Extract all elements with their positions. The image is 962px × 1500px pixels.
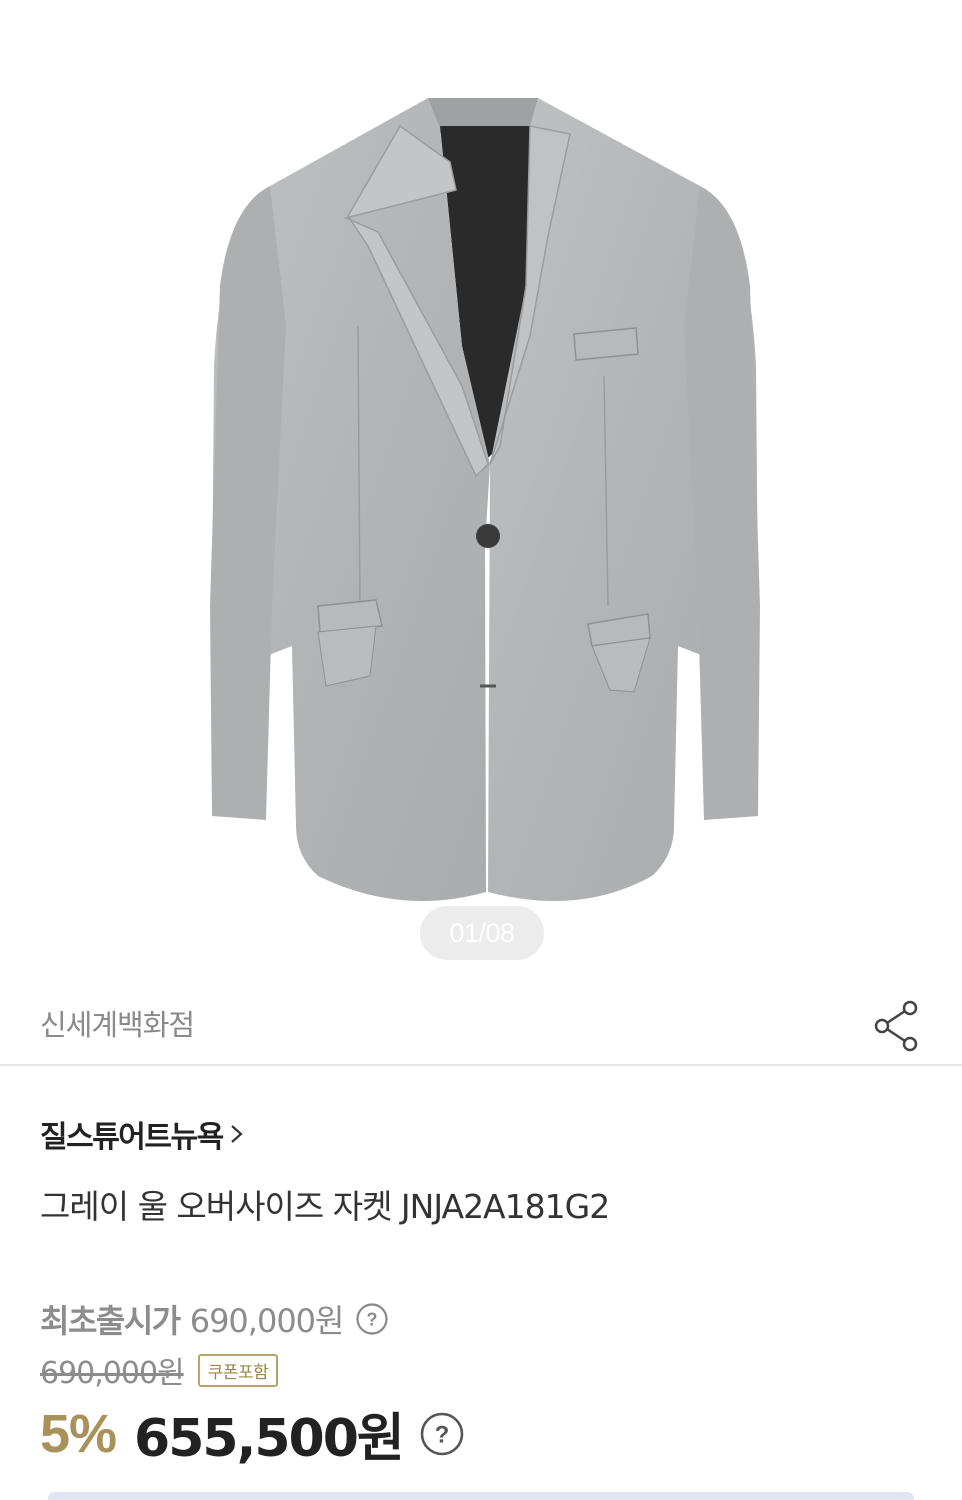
first-release-price-label: 최초출시가 [40, 1302, 181, 1340]
help-icon[interactable]: ? [355, 1302, 389, 1336]
original-price-row: 690,000원 쿠폰포함 [40, 1348, 279, 1392]
brand-link[interactable]: 질스튜어트뉴욕 [40, 1112, 245, 1156]
svg-text:?: ? [434, 1421, 449, 1448]
first-release-price-row: 최초출시가 690,000원 ? [40, 1296, 389, 1342]
sale-price-row: 5% 655,500원 ? [40, 1396, 465, 1471]
brand-name: 질스튜어트뉴욕 [40, 1120, 224, 1155]
sale-price: 655,500원 [134, 1409, 405, 1469]
seller-name: 신세계백화점 [40, 1008, 195, 1042]
first-release-price-value: 690,000원 [189, 1302, 345, 1340]
bottom-action-strip[interactable] [48, 1492, 914, 1500]
seller-row: 신세계백화점 [0, 990, 962, 1066]
product-image-gallery[interactable]: 01/08 [0, 0, 962, 990]
coupon-included-badge: 쿠폰포함 [197, 1353, 279, 1387]
image-page-counter: 01/08 [420, 906, 544, 960]
share-icon [874, 1000, 918, 1052]
svg-text:?: ? [367, 1310, 378, 1330]
discount-rate: 5% [40, 1403, 117, 1464]
price-help-icon[interactable]: ? [419, 1411, 465, 1457]
chevron-right-icon [230, 1125, 243, 1143]
product-image-jacket [210, 98, 760, 901]
share-button[interactable] [868, 996, 924, 1052]
original-price: 690,000원 [40, 1356, 185, 1391]
product-title: 그레이 울 오버사이즈 자켓 JNJA2A181G2 [40, 1187, 610, 1226]
